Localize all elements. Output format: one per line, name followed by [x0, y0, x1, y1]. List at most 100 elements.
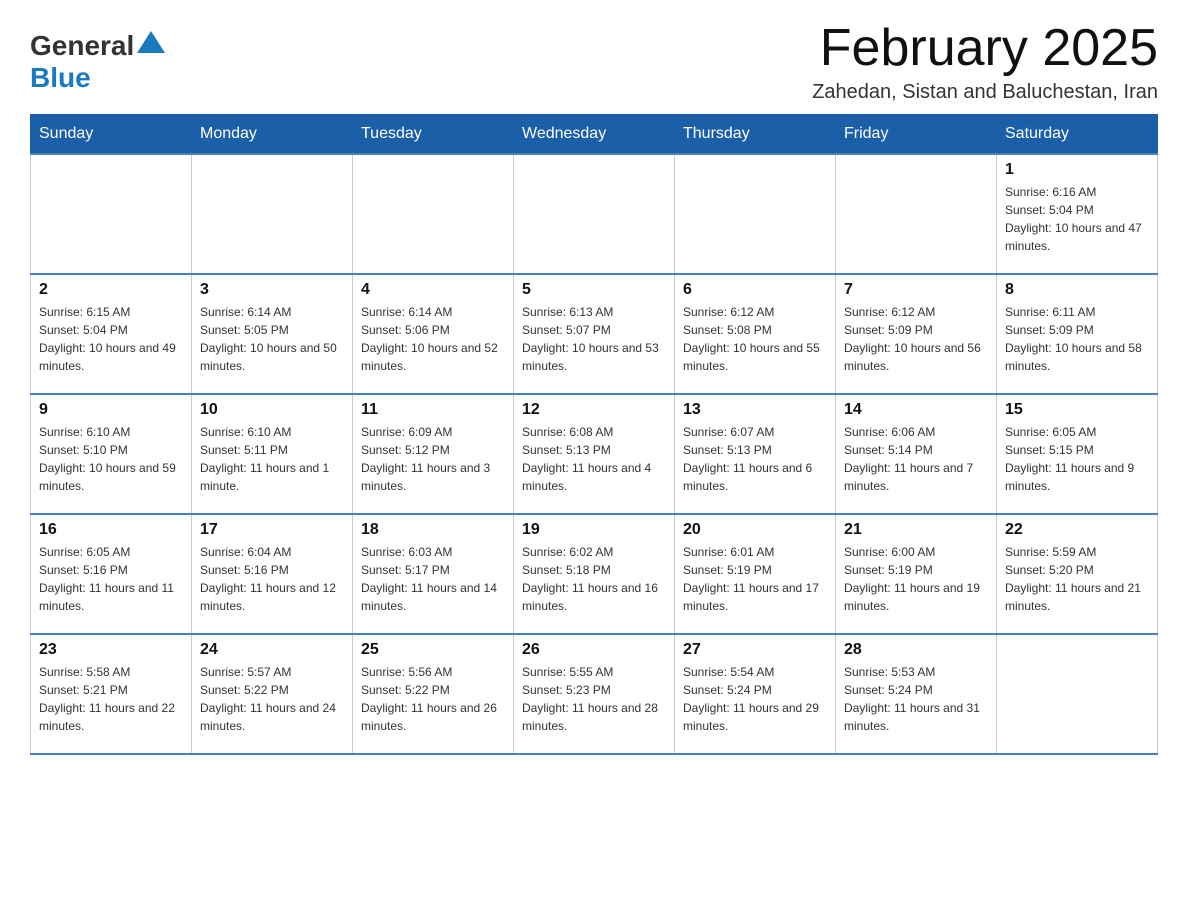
calendar-day-cell: 7 Sunrise: 6:12 AM Sunset: 5:09 PM Daylig…	[836, 274, 997, 394]
weekday-header-saturday: Saturday	[997, 115, 1158, 155]
day-number: 15	[1005, 401, 1149, 419]
calendar-day-cell	[31, 154, 192, 274]
calendar-day-cell	[514, 154, 675, 274]
calendar-day-cell: 2 Sunrise: 6:15 AM Sunset: 5:04 PM Daylig…	[31, 274, 192, 394]
title-section: February 2025 Zahedan, Sistan and Baluch…	[812, 20, 1158, 104]
calendar-day-cell	[997, 634, 1158, 754]
calendar-day-cell: 12 Sunrise: 6:08 AM Sunset: 5:13 PM Dayli…	[514, 394, 675, 514]
day-number: 13	[683, 401, 827, 419]
day-info: Sunrise: 5:58 AM Sunset: 5:21 PM Dayligh…	[39, 663, 183, 735]
weekday-header-sunday: Sunday	[31, 115, 192, 155]
weekday-header-wednesday: Wednesday	[514, 115, 675, 155]
day-number: 23	[39, 641, 183, 659]
day-info: Sunrise: 6:10 AM Sunset: 5:11 PM Dayligh…	[200, 423, 344, 495]
weekday-header-thursday: Thursday	[675, 115, 836, 155]
day-info: Sunrise: 6:00 AM Sunset: 5:19 PM Dayligh…	[844, 543, 988, 615]
day-number: 7	[844, 281, 988, 299]
calendar-day-cell: 9 Sunrise: 6:10 AM Sunset: 5:10 PM Daylig…	[31, 394, 192, 514]
calendar-day-cell: 21 Sunrise: 6:00 AM Sunset: 5:19 PM Dayli…	[836, 514, 997, 634]
calendar-week-row: 2 Sunrise: 6:15 AM Sunset: 5:04 PM Daylig…	[31, 274, 1158, 394]
day-number: 24	[200, 641, 344, 659]
calendar-day-cell: 10 Sunrise: 6:10 AM Sunset: 5:11 PM Dayli…	[192, 394, 353, 514]
logo-general-text: General	[30, 30, 134, 62]
day-info: Sunrise: 6:01 AM Sunset: 5:19 PM Dayligh…	[683, 543, 827, 615]
day-number: 22	[1005, 521, 1149, 539]
day-info: Sunrise: 6:03 AM Sunset: 5:17 PM Dayligh…	[361, 543, 505, 615]
calendar-day-cell: 24 Sunrise: 5:57 AM Sunset: 5:22 PM Dayli…	[192, 634, 353, 754]
calendar-day-cell: 1Sunrise: 6:16 AM Sunset: 5:04 PM Daylig…	[997, 154, 1158, 274]
calendar-week-row: 1Sunrise: 6:16 AM Sunset: 5:04 PM Daylig…	[31, 154, 1158, 274]
day-info: Sunrise: 6:10 AM Sunset: 5:10 PM Dayligh…	[39, 423, 183, 495]
calendar-day-cell	[192, 154, 353, 274]
day-info: Sunrise: 6:14 AM Sunset: 5:06 PM Dayligh…	[361, 303, 505, 375]
weekday-header-friday: Friday	[836, 115, 997, 155]
day-info: Sunrise: 6:06 AM Sunset: 5:14 PM Dayligh…	[844, 423, 988, 495]
calendar-day-cell: 3Sunrise: 6:14 AM Sunset: 5:05 PM Daylig…	[192, 274, 353, 394]
day-number: 17	[200, 521, 344, 539]
day-number: 16	[39, 521, 183, 539]
calendar-day-cell: 27Sunrise: 5:54 AM Sunset: 5:24 PM Dayli…	[675, 634, 836, 754]
day-number: 8	[1005, 281, 1149, 299]
day-info: Sunrise: 6:13 AM Sunset: 5:07 PM Dayligh…	[522, 303, 666, 375]
day-number: 9	[39, 401, 183, 419]
calendar-day-cell: 28 Sunrise: 5:53 AM Sunset: 5:24 PM Dayli…	[836, 634, 997, 754]
day-info: Sunrise: 5:56 AM Sunset: 5:22 PM Dayligh…	[361, 663, 505, 735]
day-number: 18	[361, 521, 505, 539]
day-number: 28	[844, 641, 988, 659]
weekday-header-monday: Monday	[192, 115, 353, 155]
calendar-day-cell: 5 Sunrise: 6:13 AM Sunset: 5:07 PM Daylig…	[514, 274, 675, 394]
logo-blue-text: Blue	[30, 62, 91, 94]
calendar-week-row: 23 Sunrise: 5:58 AM Sunset: 5:21 PM Dayli…	[31, 634, 1158, 754]
calendar-day-cell	[353, 154, 514, 274]
page-header: General Blue February 2025 Zahedan, Sist…	[30, 20, 1158, 104]
calendar-day-cell	[836, 154, 997, 274]
logo: General Blue	[30, 30, 165, 94]
calendar-day-cell: 13Sunrise: 6:07 AM Sunset: 5:13 PM Dayli…	[675, 394, 836, 514]
calendar-table: SundayMondayTuesdayWednesdayThursdayFrid…	[30, 114, 1158, 755]
calendar-day-cell: 14 Sunrise: 6:06 AM Sunset: 5:14 PM Dayli…	[836, 394, 997, 514]
calendar-day-cell	[675, 154, 836, 274]
calendar-day-cell: 22 Sunrise: 5:59 AM Sunset: 5:20 PM Dayli…	[997, 514, 1158, 634]
calendar-day-cell: 8Sunrise: 6:11 AM Sunset: 5:09 PM Daylig…	[997, 274, 1158, 394]
day-number: 4	[361, 281, 505, 299]
calendar-day-cell: 15 Sunrise: 6:05 AM Sunset: 5:15 PM Dayli…	[997, 394, 1158, 514]
calendar-title: February 2025	[812, 20, 1158, 77]
day-info: Sunrise: 5:59 AM Sunset: 5:20 PM Dayligh…	[1005, 543, 1149, 615]
calendar-day-cell: 18 Sunrise: 6:03 AM Sunset: 5:17 PM Dayli…	[353, 514, 514, 634]
day-info: Sunrise: 5:53 AM Sunset: 5:24 PM Dayligh…	[844, 663, 988, 735]
calendar-day-cell: 16 Sunrise: 6:05 AM Sunset: 5:16 PM Dayli…	[31, 514, 192, 634]
calendar-day-cell: 4 Sunrise: 6:14 AM Sunset: 5:06 PM Daylig…	[353, 274, 514, 394]
calendar-day-cell: 20Sunrise: 6:01 AM Sunset: 5:19 PM Dayli…	[675, 514, 836, 634]
calendar-day-cell: 26Sunrise: 5:55 AM Sunset: 5:23 PM Dayli…	[514, 634, 675, 754]
day-info: Sunrise: 6:05 AM Sunset: 5:16 PM Dayligh…	[39, 543, 183, 615]
calendar-day-cell: 11 Sunrise: 6:09 AM Sunset: 5:12 PM Dayli…	[353, 394, 514, 514]
calendar-day-cell: 19Sunrise: 6:02 AM Sunset: 5:18 PM Dayli…	[514, 514, 675, 634]
day-info: Sunrise: 6:05 AM Sunset: 5:15 PM Dayligh…	[1005, 423, 1149, 495]
day-info: Sunrise: 6:12 AM Sunset: 5:08 PM Dayligh…	[683, 303, 827, 375]
calendar-day-cell: 25 Sunrise: 5:56 AM Sunset: 5:22 PM Dayli…	[353, 634, 514, 754]
day-info: Sunrise: 6:08 AM Sunset: 5:13 PM Dayligh…	[522, 423, 666, 495]
day-number: 1	[1005, 161, 1149, 179]
day-number: 25	[361, 641, 505, 659]
day-number: 12	[522, 401, 666, 419]
day-info: Sunrise: 5:57 AM Sunset: 5:22 PM Dayligh…	[200, 663, 344, 735]
calendar-week-row: 16 Sunrise: 6:05 AM Sunset: 5:16 PM Dayli…	[31, 514, 1158, 634]
weekday-header-tuesday: Tuesday	[353, 115, 514, 155]
day-number: 2	[39, 281, 183, 299]
day-number: 5	[522, 281, 666, 299]
calendar-day-cell: 6 Sunrise: 6:12 AM Sunset: 5:08 PM Daylig…	[675, 274, 836, 394]
day-number: 26	[522, 641, 666, 659]
day-number: 19	[522, 521, 666, 539]
calendar-day-cell: 23 Sunrise: 5:58 AM Sunset: 5:21 PM Dayli…	[31, 634, 192, 754]
day-number: 14	[844, 401, 988, 419]
day-number: 6	[683, 281, 827, 299]
day-info: Sunrise: 6:14 AM Sunset: 5:05 PM Dayligh…	[200, 303, 344, 375]
day-info: Sunrise: 6:09 AM Sunset: 5:12 PM Dayligh…	[361, 423, 505, 495]
day-number: 10	[200, 401, 344, 419]
day-number: 21	[844, 521, 988, 539]
day-info: Sunrise: 6:12 AM Sunset: 5:09 PM Dayligh…	[844, 303, 988, 375]
day-info: Sunrise: 6:04 AM Sunset: 5:16 PM Dayligh…	[200, 543, 344, 615]
day-info: Sunrise: 5:54 AM Sunset: 5:24 PM Dayligh…	[683, 663, 827, 735]
day-number: 11	[361, 401, 505, 419]
day-info: Sunrise: 6:15 AM Sunset: 5:04 PM Dayligh…	[39, 303, 183, 375]
